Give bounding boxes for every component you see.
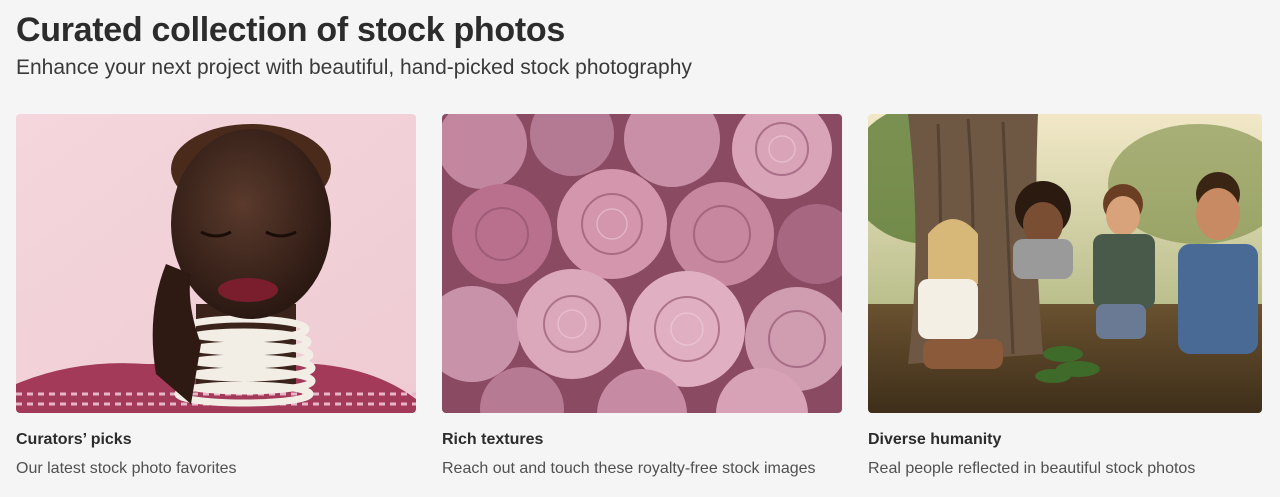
card-title[interactable]: Diverse humanity [868,430,1001,450]
page-subtitle: Enhance your next project with beautiful… [16,56,692,79]
page-title: Curated collection of stock photos [16,11,565,49]
collection-card-curators-picks[interactable]: Curators’ picks Our latest stock photo f… [16,114,416,484]
card-image-peonies[interactable] [442,114,842,413]
card-title[interactable]: Rich textures [442,430,543,450]
card-image-portrait[interactable] [16,114,416,413]
page: Curated collection of stock photos Enhan… [0,0,1280,497]
card-title[interactable]: Curators’ picks [16,430,132,450]
card-description: Reach out and touch these royalty-free s… [442,460,816,477]
card-description: Real people reflected in beautiful stock… [868,460,1196,477]
collection-cards: Curators’ picks Our latest stock photo f… [16,114,1268,484]
collection-card-diverse-humanity[interactable]: Diverse humanity Real people reflected i… [868,114,1262,484]
card-description: Our latest stock photo favorites [16,460,237,477]
collection-card-rich-textures[interactable]: Rich textures Reach out and touch these … [442,114,842,484]
card-image-children[interactable] [868,114,1262,413]
